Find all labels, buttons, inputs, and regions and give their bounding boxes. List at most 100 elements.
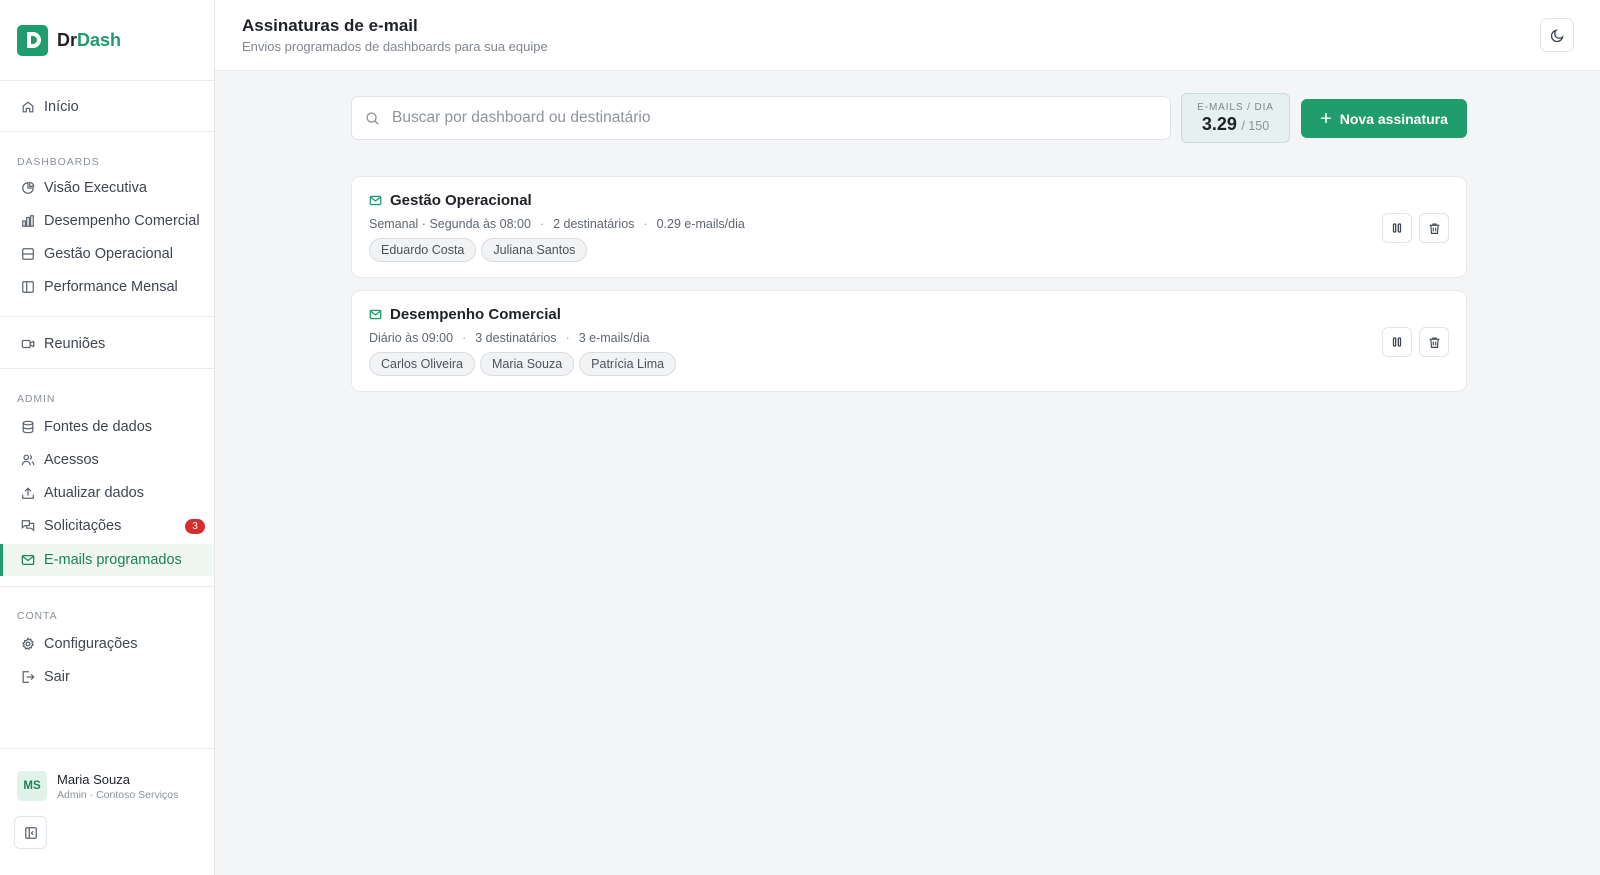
recipient-chip: Patrícia Lima <box>579 352 677 376</box>
collapse-sidebar-button[interactable] <box>14 816 47 849</box>
sidebar-item-emails-programados[interactable]: E-mails programados <box>0 544 214 576</box>
sidebar-item-sair[interactable]: Sair <box>0 661 214 693</box>
subscription-schedule: Diário às 09:00 <box>369 331 454 345</box>
quota-value: 3.29 <box>1201 114 1237 134</box>
pause-icon <box>1391 222 1403 234</box>
divider <box>0 586 214 587</box>
subscription-rate: 0.29 e-mails/dia <box>656 217 745 231</box>
pie-chart-icon <box>21 181 35 195</box>
bar-chart-icon <box>21 214 35 228</box>
subscription-card[interactable]: Desempenho Comercial Diário às 09:00 · 3… <box>351 290 1467 392</box>
section-label-conta: CONTA <box>17 610 58 622</box>
requests-count-badge: 3 <box>185 518 205 534</box>
avatar: MS <box>17 771 47 801</box>
search-input[interactable] <box>392 109 1152 127</box>
sidebar-item-label: Fontes de dados <box>44 419 153 435</box>
sidebar-item-label: Visão Executiva <box>44 180 147 196</box>
recipient-chip: Maria Souza <box>479 352 575 376</box>
sidebar-item-label: Performance Mensal <box>44 279 178 295</box>
sidebar-item-gestao-operacional[interactable]: Gestão Operacional <box>0 238 214 270</box>
new-subscription-button[interactable]: + Nova assinatura <box>1301 99 1467 138</box>
page-header: Assinaturas de e-mail Envios programados… <box>215 0 1600 71</box>
drdash-logo-icon <box>17 24 48 56</box>
users-icon <box>21 453 35 467</box>
pause-icon <box>1391 336 1403 348</box>
trash-icon <box>1428 222 1441 235</box>
brand[interactable]: DrDash <box>0 0 214 81</box>
divider <box>0 316 214 317</box>
quota-max: / 150 <box>1241 119 1270 133</box>
subscription-rate: 3 e-mails/dia <box>578 331 650 345</box>
sidebar-item-label: Solicitações <box>44 518 122 534</box>
sidebar: DrDash Início DASHBOARDS Visão Executiva… <box>0 0 215 875</box>
sidebar-item-configuracoes[interactable]: Configurações <box>0 628 214 660</box>
sidebar-item-reunioes[interactable]: Reuniões <box>0 328 214 360</box>
daily-email-quota: E-MAILS / DIA 3.29 / 150 <box>1181 93 1290 143</box>
sidebar-collapse-icon <box>24 826 38 840</box>
sidebar-item-inicio[interactable]: Início <box>0 91 214 123</box>
separator-dot: · <box>462 331 467 345</box>
database-icon <box>21 420 35 434</box>
subscription-title: Desempenho Comercial <box>390 306 561 323</box>
sidebar-item-fontes-de-dados[interactable]: Fontes de dados <box>0 411 214 443</box>
page-title: Assinaturas de e-mail <box>242 16 418 35</box>
sidebar-item-desempenho-comercial[interactable]: Desempenho Comercial <box>0 205 214 237</box>
subscription-card[interactable]: Gestão Operacional Semanal · Segunda às … <box>351 176 1467 278</box>
pause-button[interactable] <box>1382 213 1412 243</box>
mail-icon <box>21 553 35 567</box>
subscription-title: Gestão Operacional <box>390 192 532 209</box>
sidebar-item-label: E-mails programados <box>44 552 182 568</box>
logout-icon <box>21 670 35 684</box>
page-subtitle: Envios programados de dashboards para su… <box>242 39 548 54</box>
messages-icon <box>21 519 35 533</box>
section-label-dashboards: DASHBOARDS <box>17 156 100 168</box>
sidebar-item-label: Configurações <box>44 636 138 652</box>
sidebar-item-label: Acessos <box>44 452 99 468</box>
recipient-chip: Juliana Santos <box>481 238 588 262</box>
search-icon <box>365 111 380 126</box>
user-role: Admin · Contoso Serviços <box>57 788 179 801</box>
section-label-admin: ADMIN <box>17 393 56 405</box>
sidebar-item-atualizar-dados[interactable]: Atualizar dados <box>0 477 214 509</box>
sidebar-item-label: Início <box>44 99 79 115</box>
mail-icon <box>369 308 382 321</box>
recipient-chips: Eduardo Costa Juliana Santos <box>369 238 592 262</box>
plus-icon: + <box>1320 107 1332 130</box>
user-profile[interactable]: MS Maria Souza Admin · Contoso Serviços <box>17 771 178 801</box>
subscription-meta: Semanal · Segunda às 08:00 · 2 destinatá… <box>369 217 745 231</box>
divider <box>0 368 214 369</box>
trash-icon <box>1428 336 1441 349</box>
separator-dot: · <box>643 217 648 231</box>
separator-dot: · <box>565 331 570 345</box>
quota-label: E-MAILS / DIA <box>1197 102 1274 113</box>
home-icon <box>21 100 35 114</box>
pause-button[interactable] <box>1382 327 1412 357</box>
recipient-chips: Carlos Oliveira Maria Souza Patrícia Lim… <box>369 352 681 376</box>
divider <box>0 131 214 132</box>
sidebar-item-label: Gestão Operacional <box>44 246 173 262</box>
sidebar-item-label: Sair <box>44 669 70 685</box>
sidebar-item-acessos[interactable]: Acessos <box>0 444 214 476</box>
sidebar-item-label: Reuniões <box>44 336 106 352</box>
moon-icon <box>1550 28 1565 43</box>
sidebar-item-performance-mensal[interactable]: Performance Mensal <box>0 271 214 303</box>
delete-button[interactable] <box>1419 213 1449 243</box>
columns-icon <box>21 280 35 294</box>
video-icon <box>21 337 35 351</box>
subscription-recipients-count: 2 destinatários <box>553 217 635 231</box>
sidebar-item-solicitacoes[interactable]: Solicitações 3 <box>0 510 214 542</box>
subscription-schedule: Semanal · Segunda às 08:00 <box>369 217 531 231</box>
delete-button[interactable] <box>1419 327 1449 357</box>
upload-icon <box>21 486 35 500</box>
recipient-chip: Eduardo Costa <box>369 238 477 262</box>
search-box[interactable] <box>351 96 1171 140</box>
subscription-meta: Diário às 09:00 · 3 destinatários · 3 e-… <box>369 331 650 345</box>
sidebar-item-visao-executiva[interactable]: Visão Executiva <box>0 172 214 204</box>
divider <box>0 748 214 749</box>
sidebar-item-label: Desempenho Comercial <box>44 213 200 229</box>
layout-icon <box>21 247 35 261</box>
brand-name: DrDash <box>57 29 122 50</box>
recipient-chip: Carlos Oliveira <box>369 352 475 376</box>
theme-toggle-button[interactable] <box>1540 18 1574 52</box>
separator-dot: · <box>539 217 545 231</box>
